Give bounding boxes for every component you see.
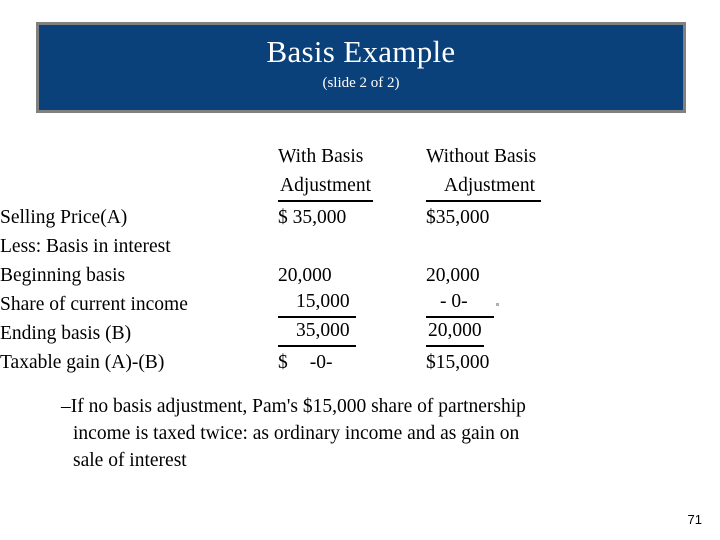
page-title: Basis Example [266, 34, 456, 69]
column-1-header-line2-cell: Adjustment [278, 170, 426, 202]
page-number: 71 [687, 512, 702, 527]
header-spacer [0, 138, 278, 170]
row-pad [586, 347, 720, 376]
row-label-share-current-income: Share of current income [0, 294, 188, 315]
row-pad [586, 138, 720, 170]
row-less-basis-col1 [278, 231, 426, 260]
row-label-selling-price: Selling Price(A) [0, 207, 128, 228]
bullet-text-line-3: sale of interest [73, 450, 187, 471]
row-pad [586, 289, 720, 318]
row-ending-basis-col2: 20,000 [426, 318, 484, 347]
slide-title-banner: Basis Example (slide 2 of 2) [36, 22, 686, 113]
row-label-less-basis: Less: Basis in interest [0, 236, 171, 257]
row-beginning-basis-col1: 20,000 [278, 265, 332, 286]
column-2-header-line2-cell: Adjustment [426, 170, 586, 202]
table-row: Ending basis (B) 35,000 20,000 [0, 318, 720, 347]
row-ending-basis-col1: 35,000 [278, 318, 356, 347]
row-selling-price-col1: $ 35,000 [278, 207, 347, 228]
table-row: Beginning basis 20,000 20,000 [0, 260, 720, 289]
row-pad [586, 170, 720, 202]
row-taxable-gain-col1-value: -0- [309, 352, 333, 373]
table-header-row-1: With Basis Without Basis [0, 138, 720, 170]
row-share-income-col1: 15,000 [278, 289, 356, 318]
bullet-text-line-1: If no basis adjustment, Pam's $15,000 sh… [70, 396, 526, 417]
bullet-line-1: –If no basis adjustment, Pam's $15,000 s… [61, 393, 661, 420]
row-share-income-col2: - 0- [426, 289, 494, 318]
table-row: Selling Price(A) $ 35,000 $35,000 [0, 202, 720, 231]
column-2-header-line1: Without Basis [426, 146, 537, 167]
row-taxable-gain-col2: $15,000 [426, 352, 490, 373]
bullet-text-line-2: income is taxed twice: as ordinary incom… [73, 423, 520, 444]
table-row: Less: Basis in interest [0, 231, 720, 260]
column-1-header-line1: With Basis [278, 146, 364, 167]
slide-body: With Basis Without Basis Adjustment Adju… [0, 138, 720, 376]
bullet-dash-marker: – [61, 396, 71, 417]
row-taxable-gain-col1-currency: $ [278, 352, 288, 373]
column-1-header-line2: Adjustment [278, 173, 373, 202]
row-pad [586, 260, 720, 289]
row-label-ending-basis: Ending basis (B) [0, 323, 132, 344]
explanatory-bullet: –If no basis adjustment, Pam's $15,000 s… [61, 393, 661, 474]
row-share-income-col1-cell: 15,000 [278, 289, 426, 318]
row-label-beginning-basis: Beginning basis [0, 265, 126, 286]
row-beginning-basis-col2: 20,000 [426, 265, 480, 286]
table-header-row-2: Adjustment Adjustment [0, 170, 720, 202]
row-ending-basis-col1-cell: 35,000 [278, 318, 426, 347]
row-pad [586, 231, 720, 260]
table-row: Taxable gain (A)-(B) $ -0- $15,000 [0, 347, 720, 376]
row-selling-price-col2: $35,000 [426, 207, 490, 228]
row-taxable-gain-col1-cell: $ -0- [278, 347, 426, 376]
page-subtitle: (slide 2 of 2) [322, 75, 400, 91]
row-ending-basis-col2-cell: 20,000 [426, 318, 586, 347]
row-share-income-col2-cell: - 0- [426, 289, 586, 318]
row-less-basis-col2 [426, 231, 586, 260]
row-label-taxable-gain: Taxable gain (A)-(B) [0, 352, 165, 373]
stray-dot-mark [495, 303, 499, 306]
row-pad [586, 202, 720, 231]
header-spacer-2 [0, 170, 278, 202]
row-pad [586, 318, 720, 347]
table-row: Share of current income 15,000 - 0- [0, 289, 720, 318]
basis-comparison-table: With Basis Without Basis Adjustment Adju… [0, 138, 720, 376]
column-2-header-line2: Adjustment [426, 173, 541, 202]
